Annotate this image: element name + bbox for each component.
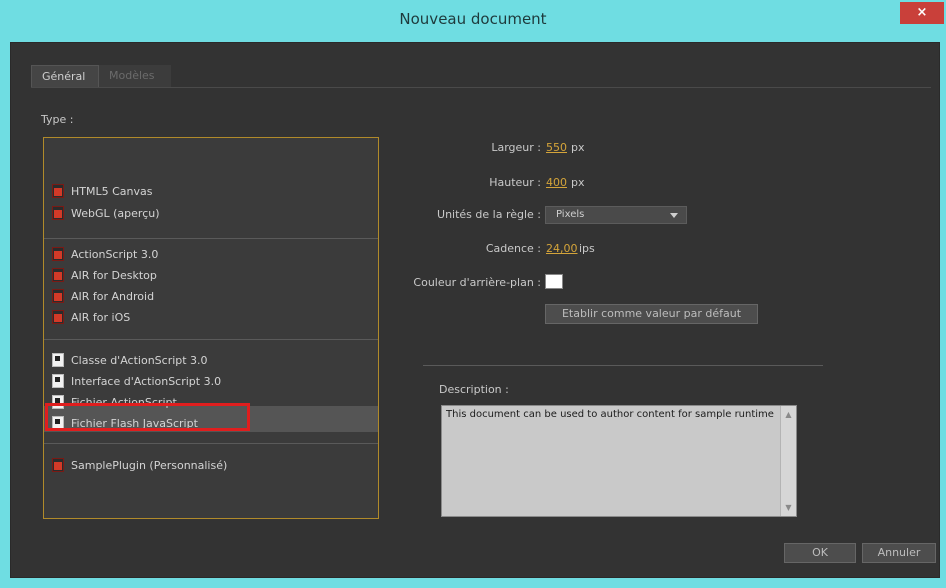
- width-unit: px: [571, 141, 585, 154]
- title-bar: Nouveau document ×: [0, 0, 946, 40]
- ruler-units-dropdown[interactable]: Pixels: [545, 206, 687, 224]
- red-document-icon: [52, 310, 64, 324]
- set-default-button[interactable]: Etablir comme valeur par défaut: [545, 304, 758, 324]
- type-item-air-android[interactable]: AIR for Android: [52, 287, 154, 307]
- close-button[interactable]: ×: [900, 2, 944, 24]
- red-document-icon: [52, 268, 64, 282]
- close-icon: ×: [916, 5, 928, 20]
- width-label: Largeur :: [491, 141, 541, 154]
- red-document-icon: [52, 458, 64, 472]
- new-document-dialog: Général Modèles Type : HTML5 Canvas WebG…: [10, 42, 940, 578]
- type-item-as3-class[interactable]: Classe d'ActionScript 3.0: [52, 351, 208, 371]
- type-item-actionscript3[interactable]: ActionScript 3.0: [52, 245, 158, 265]
- ok-button[interactable]: OK: [784, 543, 856, 563]
- red-document-icon: [52, 289, 64, 303]
- description-scrollbar[interactable]: ▲ ▼: [780, 406, 796, 516]
- selection-highlight: [45, 403, 250, 431]
- type-item-label: ActionScript 3.0: [71, 248, 159, 261]
- description-label: Description :: [439, 383, 509, 396]
- group-divider: [44, 443, 378, 444]
- window-title: Nouveau document: [399, 10, 547, 28]
- type-item-webgl[interactable]: WebGL (aperçu): [52, 204, 160, 224]
- type-item-label: AIR for iOS: [71, 311, 131, 324]
- scroll-up-icon[interactable]: ▲: [784, 410, 793, 419]
- group-divider: [44, 238, 378, 239]
- description-box: This document can be used to author cont…: [441, 405, 797, 517]
- width-value[interactable]: 550: [546, 141, 567, 154]
- type-label: Type :: [41, 113, 74, 126]
- framerate-unit: ips: [579, 242, 595, 255]
- type-item-label: Classe d'ActionScript 3.0: [71, 354, 208, 367]
- ruler-units-value: Pixels: [556, 209, 585, 220]
- type-item-air-desktop[interactable]: AIR for Desktop: [52, 266, 157, 286]
- bgcolor-swatch[interactable]: [545, 274, 563, 289]
- framerate-value[interactable]: 24,00: [546, 242, 578, 255]
- chevron-down-icon: [670, 213, 678, 218]
- red-document-icon: [52, 247, 64, 261]
- ruler-units-label: Unités de la règle :: [437, 208, 541, 221]
- red-document-icon: [52, 206, 64, 220]
- group-divider: [44, 339, 378, 340]
- section-divider: [423, 365, 823, 366]
- white-document-icon: [52, 374, 64, 388]
- cancel-button[interactable]: Annuler: [862, 543, 936, 563]
- height-unit: px: [571, 176, 585, 189]
- white-document-icon: [52, 353, 64, 367]
- type-item-air-ios[interactable]: AIR for iOS: [52, 308, 130, 328]
- tab-general[interactable]: Général: [31, 65, 99, 87]
- type-item-label: AIR for Desktop: [71, 269, 157, 282]
- red-document-icon: [52, 184, 64, 198]
- scroll-down-icon[interactable]: ▼: [784, 503, 793, 512]
- tab-modeles[interactable]: Modèles: [99, 65, 171, 87]
- height-value[interactable]: 400: [546, 176, 567, 189]
- type-list[interactable]: HTML5 Canvas WebGL (aperçu) ActionScript…: [43, 137, 379, 519]
- type-item-label: AIR for Android: [71, 290, 155, 303]
- height-label: Hauteur :: [489, 176, 541, 189]
- type-item-label: SamplePlugin (Personnalisé): [71, 459, 228, 472]
- type-item-sampleplugin[interactable]: SamplePlugin (Personnalisé): [52, 456, 227, 476]
- type-item-label: WebGL (aperçu): [71, 207, 160, 220]
- tab-divider: [31, 87, 931, 88]
- type-item-label: HTML5 Canvas: [71, 185, 153, 198]
- description-text: This document can be used to author cont…: [446, 409, 774, 420]
- framerate-label: Cadence :: [485, 242, 541, 255]
- type-item-html5-canvas[interactable]: HTML5 Canvas: [52, 182, 152, 202]
- bgcolor-label: Couleur d'arrière-plan :: [413, 276, 541, 289]
- type-item-as3-interface[interactable]: Interface d'ActionScript 3.0: [52, 372, 221, 392]
- type-item-label: Interface d'ActionScript 3.0: [71, 375, 222, 388]
